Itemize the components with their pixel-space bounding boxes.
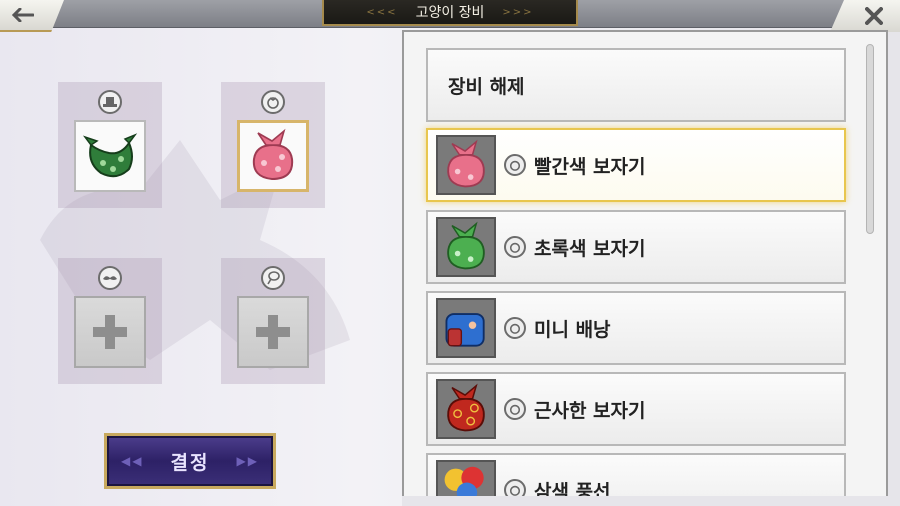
fancy-bundle-icon [436, 379, 496, 439]
bundle-icon [504, 154, 526, 176]
list-item[interactable]: 근사한 보자기 [426, 372, 846, 446]
red-bundle-icon [436, 135, 496, 195]
bundle-icon [504, 398, 526, 420]
list-item-label: 근사한 보자기 [534, 399, 646, 422]
list-item[interactable]: 초록색 보자기 [426, 210, 846, 284]
list-item-label: 빨간색 보자기 [534, 155, 646, 178]
slot-back[interactable] [221, 82, 325, 208]
slot-accessory[interactable] [221, 258, 325, 384]
backpack-icon [436, 298, 496, 358]
slot-hat[interactable] [58, 82, 162, 208]
confirm-ornament-right: ▶▶ [236, 454, 259, 468]
page-title: 고양이 장비 [415, 5, 485, 21]
scrollbar[interactable] [866, 44, 874, 234]
plus-icon [256, 315, 290, 349]
slot-hat-item[interactable] [74, 120, 146, 192]
green-bundle-icon [436, 217, 496, 277]
confirm-button[interactable]: ◀◀ 결정 ▶▶ [104, 433, 276, 489]
close-icon [865, 7, 883, 25]
plus-icon [93, 315, 127, 349]
title-ornament-left: <<< [366, 6, 398, 18]
title-ornament-right: >>> [502, 6, 534, 18]
slot-back-item[interactable] [237, 120, 309, 192]
slot-accessory-empty[interactable] [237, 296, 309, 368]
balloon-icon [261, 266, 285, 290]
bundle-icon [261, 90, 285, 114]
mustache-icon [98, 266, 122, 290]
unequip-label: 장비 해제 [448, 75, 525, 98]
hat-icon [98, 90, 122, 114]
panel-bottom-edge [402, 496, 888, 506]
bundle-icon [504, 236, 526, 258]
arrow-left-icon [12, 8, 34, 22]
slot-face-empty[interactable] [74, 296, 146, 368]
green-bandana-icon [82, 133, 138, 178]
confirm-label: 결정 [170, 451, 210, 474]
list-item[interactable]: 미니 배낭 [426, 291, 846, 365]
page-title-plate: <<< 고양이 장비 >>> [322, 0, 578, 26]
confirm-ornament-left: ◀◀ [121, 454, 144, 468]
red-bundle-icon [252, 128, 294, 181]
list-item-label: 초록색 보자기 [534, 237, 646, 260]
unequip-button[interactable]: 장비 해제 [426, 48, 846, 122]
list-item-label: 미니 배낭 [534, 318, 611, 341]
slot-face[interactable] [58, 258, 162, 384]
bundle-icon [504, 317, 526, 339]
list-item[interactable]: 빨간색 보자기 [426, 128, 846, 202]
